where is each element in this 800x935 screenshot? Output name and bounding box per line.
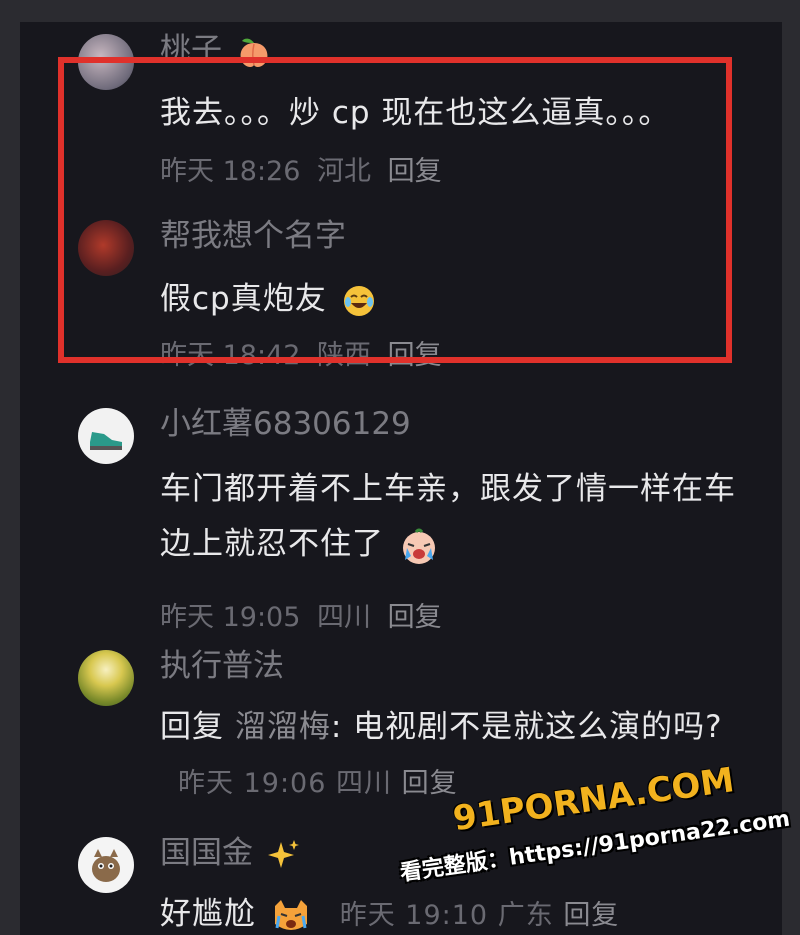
comment-meta: 昨天 18:42 陕西 回复 [160,336,450,376]
comment-region: 陕西 [317,340,371,371]
sparkles-icon [267,839,299,868]
avatar[interactable] [78,408,134,464]
reply-button[interactable]: 回复 [388,156,442,187]
username[interactable]: 小红薯68306129 [160,402,411,446]
comment-text: 车门都开着不上车亲，跟发了情一样在车边上就忍不住了 [160,462,760,572]
reply-target-user[interactable]: 溜溜梅 [235,709,331,745]
comment-region: 河北 [317,156,371,187]
reply-button[interactable]: 回复 [388,602,442,633]
avatar[interactable] [78,837,134,893]
peach-icon [240,38,268,67]
avatar[interactable] [78,34,134,90]
comment-meta: 昨天 19:06 四川 回复 [178,768,458,799]
avatar[interactable] [78,650,134,706]
comment-time: 昨天 19:06 [178,768,327,799]
sneaker-icon [90,432,122,450]
username[interactable]: 帮我想个名字 [160,214,346,258]
avatar[interactable] [78,220,134,276]
comment-time: 昨天 19:05 [160,602,301,633]
comment-text: 我去。。。炒 cp 现在也这么逼真。。。 [160,95,671,131]
crying-face-icon [402,528,435,564]
reply-button[interactable]: 回复 [563,900,619,931]
comment-region: 四川 [317,602,371,633]
crying-cat-icon [274,899,307,930]
reply-button[interactable]: 回复 [388,340,442,371]
comment-meta: 昨天 19:05 四川 回复 [160,598,450,638]
squirrel-icon [92,849,120,882]
username[interactable]: 执行普法 [160,644,284,688]
comment-meta: 昨天 19:10 广东 回复 [340,900,620,931]
laughing-tears-icon [343,285,374,316]
comment-time: 昨天 18:42 [160,340,301,371]
comment-region: 四川 [336,768,392,799]
comment-time: 昨天 18:26 [160,156,301,187]
username[interactable]: 桃子 [160,28,272,72]
comment-text: 假cp真炮友 [160,272,760,327]
comment-meta: 昨天 18:26 河北 回复 [160,152,450,192]
comment-region: 广东 [497,900,554,931]
username[interactable]: 国国金 [160,831,301,875]
